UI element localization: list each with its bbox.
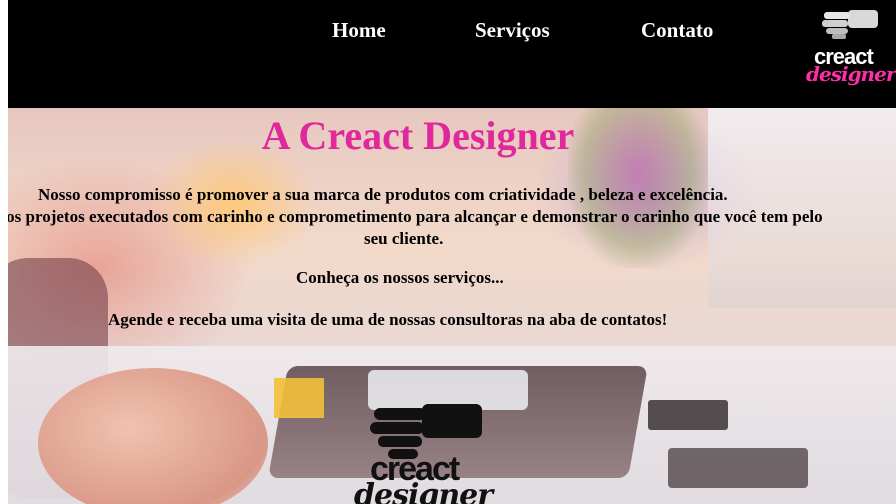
nav-link-servicos[interactable]: Serviços xyxy=(475,18,550,43)
hero-services-teaser: Conheça os nossos serviços... xyxy=(296,268,504,287)
background-device xyxy=(668,448,808,488)
background-sticky-note xyxy=(274,378,324,418)
nav-link-contato[interactable]: Contato xyxy=(641,18,713,43)
hero-text-line: seu cliente. xyxy=(364,229,444,248)
background-device xyxy=(648,400,728,430)
robot-hand-icon xyxy=(822,10,878,39)
page-margin xyxy=(0,0,8,504)
hero-contact-cta: Agende e receba uma visita de uma de nos… xyxy=(108,310,668,329)
hero-section: A Creact Designer Nosso compromisso é pr… xyxy=(8,108,896,504)
hero-title: A Creact Designer xyxy=(261,113,575,158)
logo-script-text: designer xyxy=(806,62,896,86)
hero-text-line: rsos projetos executados com carinho e c… xyxy=(8,207,823,226)
hero-logo: creact designer xyxy=(354,400,493,504)
nav-link-home[interactable]: Home xyxy=(332,18,386,43)
hero-logo-script: designer xyxy=(354,478,493,504)
brand-logo[interactable]: creact designer xyxy=(800,6,896,94)
top-navbar: Home Serviços Contato creact designer xyxy=(8,0,896,108)
hero-text-line: Nosso compromisso é promover a sua marca… xyxy=(38,185,728,204)
